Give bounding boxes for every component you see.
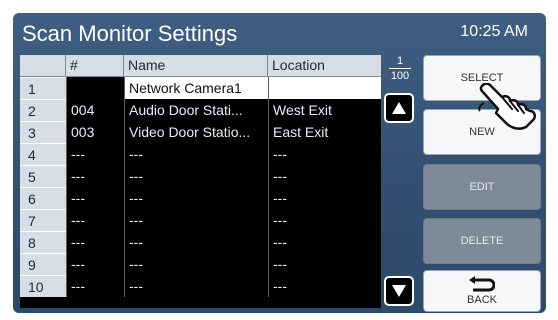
row-name: Video Door Statio...	[124, 121, 268, 143]
row-number: 003	[66, 121, 124, 143]
row-index: 8	[20, 231, 66, 253]
row-location: ---	[268, 209, 381, 231]
row-index: 5	[20, 165, 66, 187]
row-name: ---	[124, 253, 268, 275]
edit-button[interactable]: EDIT	[423, 164, 541, 210]
edit-label: EDIT	[469, 181, 495, 193]
row-location	[268, 77, 381, 99]
page-current: 1	[396, 55, 404, 67]
row-number: ---	[66, 187, 124, 209]
header-index-cell	[20, 55, 66, 76]
table-row[interactable]: 9 --- --- ---	[20, 253, 381, 275]
row-name: Network Camera1	[124, 77, 268, 99]
row-name: ---	[124, 275, 268, 297]
scroll-up-button[interactable]	[384, 93, 414, 123]
return-arrow-icon	[469, 276, 495, 292]
monitor-table: # Name Location 1 Network Camera1 2 004 …	[20, 55, 381, 308]
row-name: ---	[124, 187, 268, 209]
row-number: 004	[66, 99, 124, 121]
row-index: 4	[20, 143, 66, 165]
back-label: BACK	[467, 294, 497, 306]
row-number: ---	[66, 143, 124, 165]
delete-button[interactable]: DELETE	[423, 218, 541, 264]
row-location: ---	[268, 231, 381, 253]
table-row[interactable]: 2 004 Audio Door Stati... West Exit	[20, 99, 381, 121]
triangle-up-icon	[392, 102, 406, 114]
row-index: 1	[20, 77, 66, 99]
header-name: Name	[124, 55, 268, 76]
row-name: ---	[124, 231, 268, 253]
row-number	[66, 77, 124, 99]
clock: 10:25 AM	[460, 23, 528, 40]
hand-pointer-icon	[478, 83, 537, 130]
table-row[interactable]: 8 --- --- ---	[20, 231, 381, 253]
row-name: ---	[124, 209, 268, 231]
page-divider	[389, 68, 411, 69]
row-location: West Exit	[268, 99, 381, 121]
scroll-column: 1 100	[381, 55, 419, 308]
row-name: Audio Door Stati...	[124, 99, 268, 121]
row-name: ---	[124, 143, 268, 165]
page-title: Scan Monitor Settings	[22, 21, 238, 46]
row-index: 2	[20, 99, 66, 121]
table-row[interactable]: 4 --- --- ---	[20, 143, 381, 165]
table-row[interactable]: 5 --- --- ---	[20, 165, 381, 187]
row-index: 7	[20, 209, 66, 231]
settings-panel: Scan Monitor Settings 10:25 AM # Name Lo…	[13, 13, 546, 313]
row-number: ---	[66, 209, 124, 231]
scroll-down-button[interactable]	[384, 276, 414, 306]
header-location: Location	[272, 57, 325, 73]
page-indicator: 1 100	[386, 55, 414, 82]
row-location: ---	[268, 253, 381, 275]
row-number: ---	[66, 165, 124, 187]
row-number: ---	[66, 275, 124, 297]
page-total: 100	[390, 70, 410, 82]
row-location: ---	[268, 187, 381, 209]
row-location: ---	[268, 143, 381, 165]
delete-label: DELETE	[460, 235, 504, 247]
table-row[interactable]: 6 --- --- ---	[20, 187, 381, 209]
row-location: ---	[268, 165, 381, 187]
row-index: 6	[20, 187, 66, 209]
row-number: ---	[66, 231, 124, 253]
table-row[interactable]: 7 --- --- ---	[20, 209, 381, 231]
row-name: ---	[124, 165, 268, 187]
header-number: #	[66, 55, 124, 76]
table-row[interactable]: 10 --- --- ---	[20, 275, 381, 297]
row-index: 9	[20, 253, 66, 275]
table-row[interactable]: 3 003 Video Door Statio... East Exit	[20, 121, 381, 143]
triangle-down-icon	[392, 285, 406, 297]
row-location: ---	[268, 275, 381, 297]
row-index: 3	[20, 121, 66, 143]
table-header: # Name Location	[20, 55, 381, 77]
table-row[interactable]: 1 Network Camera1	[20, 77, 381, 99]
row-index: 10	[20, 275, 66, 297]
row-location: East Exit	[268, 121, 381, 143]
row-number: ---	[66, 253, 124, 275]
back-button[interactable]: BACK	[423, 270, 541, 312]
